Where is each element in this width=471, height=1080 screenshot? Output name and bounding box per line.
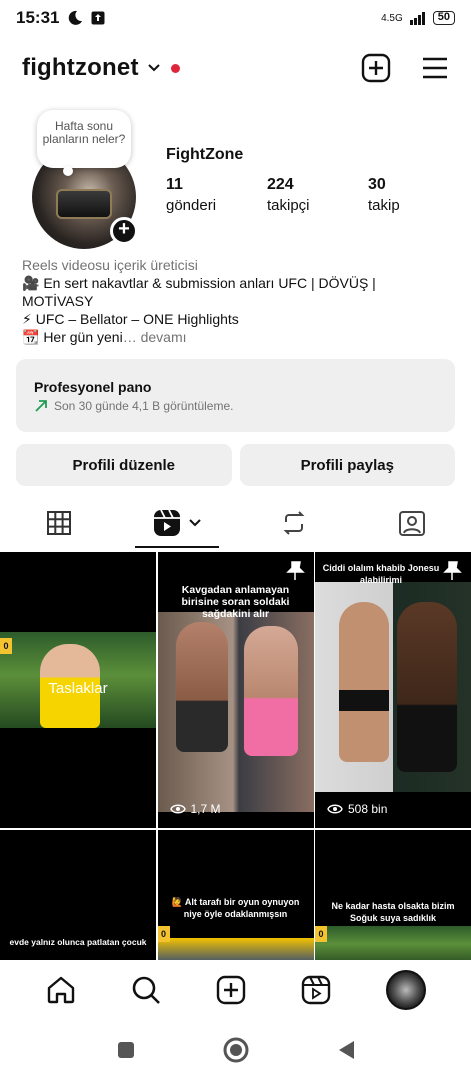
- moon-icon: [69, 10, 83, 25]
- signal-icon: [409, 12, 425, 25]
- fighter-image: [175, 622, 228, 752]
- reel-caption: Kavgadan anlamayan birisine soran soldak…: [181, 584, 290, 620]
- edit-profile-button[interactable]: Profili düzenle: [16, 444, 232, 486]
- fighter-image: [243, 626, 298, 756]
- chevron-down-icon: [188, 519, 201, 527]
- note-bubble[interactable]: Hafta sonu planların neler?: [37, 110, 131, 176]
- stat-followers[interactable]: 224 takipçi: [267, 176, 368, 214]
- reel-caption: Ne kadar hasta olsakta bizim Soğuk suya …: [331, 901, 455, 923]
- notification-icon: [91, 11, 105, 25]
- reel-caption: evde yalnız olunca patlatan çocuk: [9, 937, 147, 947]
- stat-posts[interactable]: 11 gönderi: [166, 176, 267, 214]
- fighter-image: [339, 602, 389, 762]
- dashboard-title: Profesyonel pano: [34, 379, 152, 395]
- clock: 15:31: [16, 8, 60, 27]
- bio-line: ⚡ UFC – Bellator – ONE Highlights: [22, 311, 239, 327]
- stat-value: 11: [166, 176, 183, 193]
- profile-header: fightzonet: [22, 46, 449, 90]
- tab-reels[interactable]: [118, 497, 236, 549]
- home-button-icon[interactable]: [222, 1036, 250, 1064]
- bio-line: 📆 Her gün yeni: [22, 329, 123, 345]
- home-icon[interactable]: [46, 975, 76, 1005]
- share-profile-button[interactable]: Profili paylaş: [239, 444, 455, 486]
- bio-category: Reels videosu içerik üreticisi: [22, 257, 198, 273]
- grid-icon: [46, 511, 71, 535]
- stat-label: takipçi: [267, 197, 310, 214]
- stat-label: gönderi: [166, 197, 217, 214]
- view-count-value: 1,7 M: [190, 802, 221, 816]
- battery-icon: 50: [432, 11, 455, 25]
- stat-label: takip: [368, 197, 400, 214]
- menu-icon[interactable]: [421, 56, 449, 80]
- bottom-nav: [0, 960, 471, 1020]
- chevron-down-icon[interactable]: [147, 61, 161, 75]
- tab-reposts[interactable]: [236, 497, 354, 549]
- view-count-value: 508 bin: [348, 802, 388, 816]
- play-count-icon: [327, 804, 343, 814]
- reel-caption: 🙋 Alt tarafı bir oyun oynuyon niye öyle …: [171, 897, 300, 919]
- stat-following[interactable]: 30 takip: [368, 176, 469, 214]
- tab-grid[interactable]: [0, 497, 118, 549]
- display-name: FightZone: [166, 146, 244, 163]
- profile-avatar-icon[interactable]: [385, 970, 426, 1010]
- drafts-label: Taslaklar: [48, 680, 108, 697]
- bio: Reels videosu içerik üreticisi 🎥 En sert…: [22, 256, 449, 346]
- active-tab-indicator: [135, 546, 219, 548]
- view-count: 1,7 M: [169, 802, 221, 816]
- system-nav: [0, 1020, 471, 1080]
- live-dot: [170, 63, 180, 73]
- username[interactable]: fightzonet: [22, 54, 139, 82]
- back-icon[interactable]: [336, 1039, 356, 1061]
- stat-value: 30: [368, 176, 386, 193]
- fighter-image: [397, 602, 457, 772]
- status-bar: 15:31 4.5G 50: [0, 0, 471, 36]
- search-icon[interactable]: [131, 975, 161, 1005]
- add-story-icon[interactable]: +: [110, 217, 138, 245]
- create-post-icon[interactable]: [361, 53, 391, 83]
- bio-more-link[interactable]: … devamı: [123, 329, 187, 345]
- profile-tabs: [0, 497, 471, 549]
- network-type: 4.5G: [381, 12, 403, 24]
- pin-icon: [285, 561, 305, 580]
- professional-dashboard[interactable]: Profesyonel pano Son 30 günde 4,1 B görü…: [16, 359, 455, 432]
- trend-up-icon: [35, 400, 47, 412]
- pin-icon: [443, 561, 462, 580]
- reel-tile[interactable]: Ciddi olalım khabib Jonesu alabilirimi 5…: [315, 552, 471, 828]
- repost-icon: [283, 511, 305, 535]
- play-count-icon: [169, 804, 186, 814]
- view-count: 508 bin: [327, 802, 387, 816]
- bio-line: 🎥 En sert nakavtlar & submission anları …: [22, 275, 376, 309]
- drafts-tile[interactable]: 0 Taslaklar: [0, 552, 156, 828]
- reel-tile[interactable]: Kavgadan anlamayan birisine soran soldak…: [157, 552, 314, 828]
- reels-nav-icon[interactable]: [301, 975, 331, 1005]
- create-icon[interactable]: [216, 975, 246, 1005]
- tagged-icon: [399, 511, 426, 536]
- stat-value: 224: [267, 176, 294, 193]
- reels-icon: [153, 509, 180, 536]
- recents-icon[interactable]: [116, 1040, 136, 1060]
- tab-tagged[interactable]: [353, 497, 471, 549]
- dashboard-subtitle: Son 30 günde 4,1 B görüntüleme.: [54, 399, 234, 413]
- profile-stats: 11 gönderi 224 takipçi 30 takip: [166, 176, 469, 214]
